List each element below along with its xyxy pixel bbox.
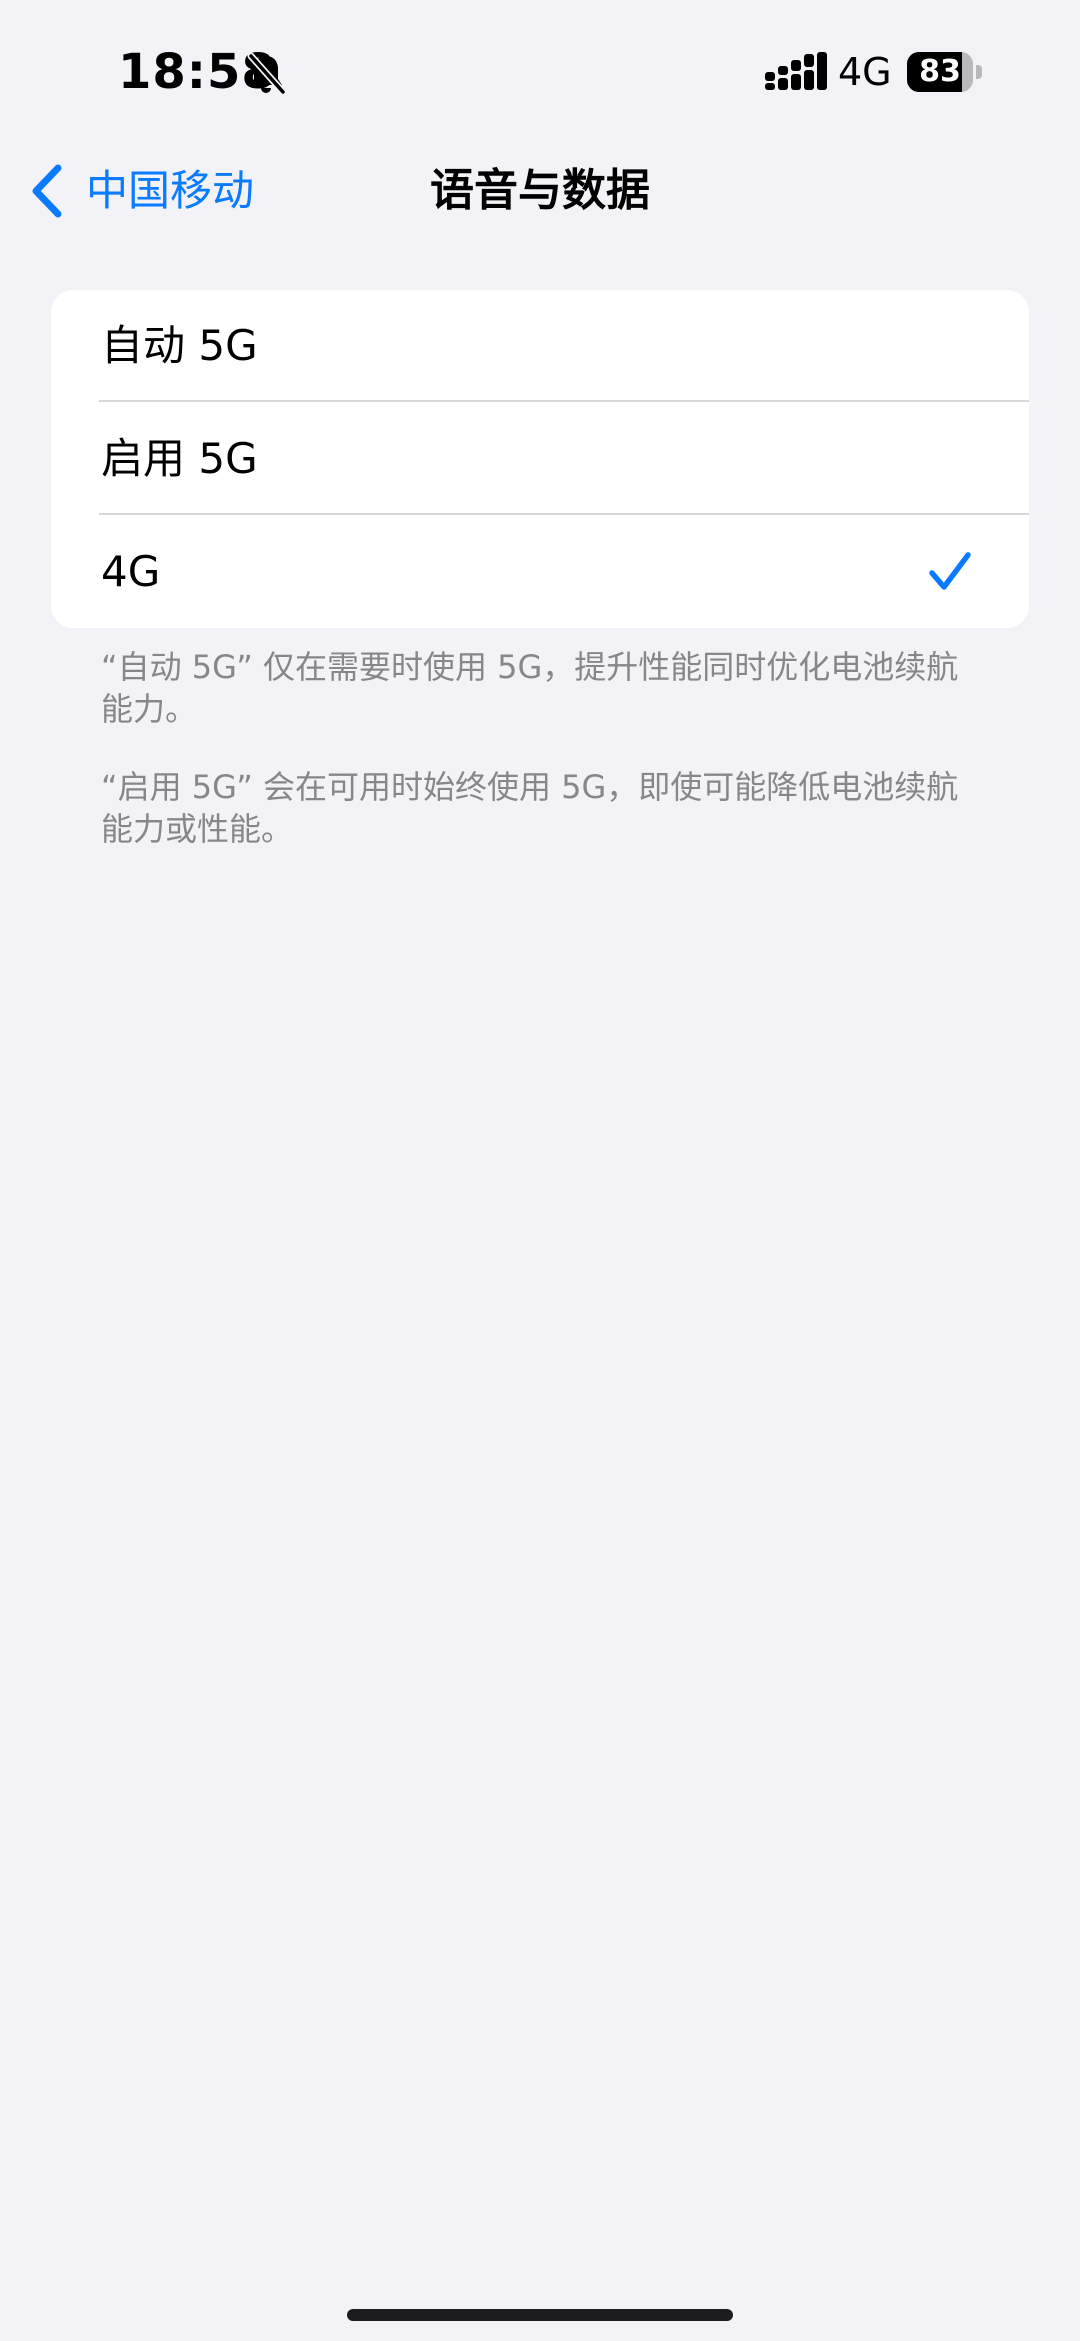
option-label: 自动 5G: [101, 321, 258, 370]
battery-percent: 83: [919, 54, 961, 89]
checkmark-icon: [929, 552, 971, 590]
signal-icon: [765, 52, 827, 90]
option-4g[interactable]: 4G: [51, 516, 1029, 628]
status-bar: 18:58 4G 83: [0, 0, 1080, 140]
options-list: 自动 5G 启用 5G 4G: [51, 290, 1029, 628]
footer-note-enable-5g: “启用 5G” 会在可用时始终使用 5G，即使可能降低电池续航能力或性能。: [101, 768, 959, 848]
bell-slash-icon: [247, 52, 286, 96]
divider: [99, 400, 1029, 402]
home-indicator[interactable]: [347, 2309, 733, 2321]
option-label: 4G: [101, 547, 161, 596]
option-auto-5g[interactable]: 自动 5G: [51, 290, 1029, 402]
network-type: 4G: [838, 50, 892, 94]
page-title: 语音与数据: [430, 165, 650, 216]
footer-note-auto-5g: “自动 5G” 仅在需要时使用 5G，提升性能同时优化电池续航能力。: [101, 648, 959, 728]
option-enable-5g[interactable]: 启用 5G: [51, 403, 1029, 515]
battery-icon: 83: [907, 52, 983, 92]
divider: [99, 513, 1029, 515]
battery-cap: [976, 65, 982, 79]
option-label: 启用 5G: [101, 434, 258, 483]
